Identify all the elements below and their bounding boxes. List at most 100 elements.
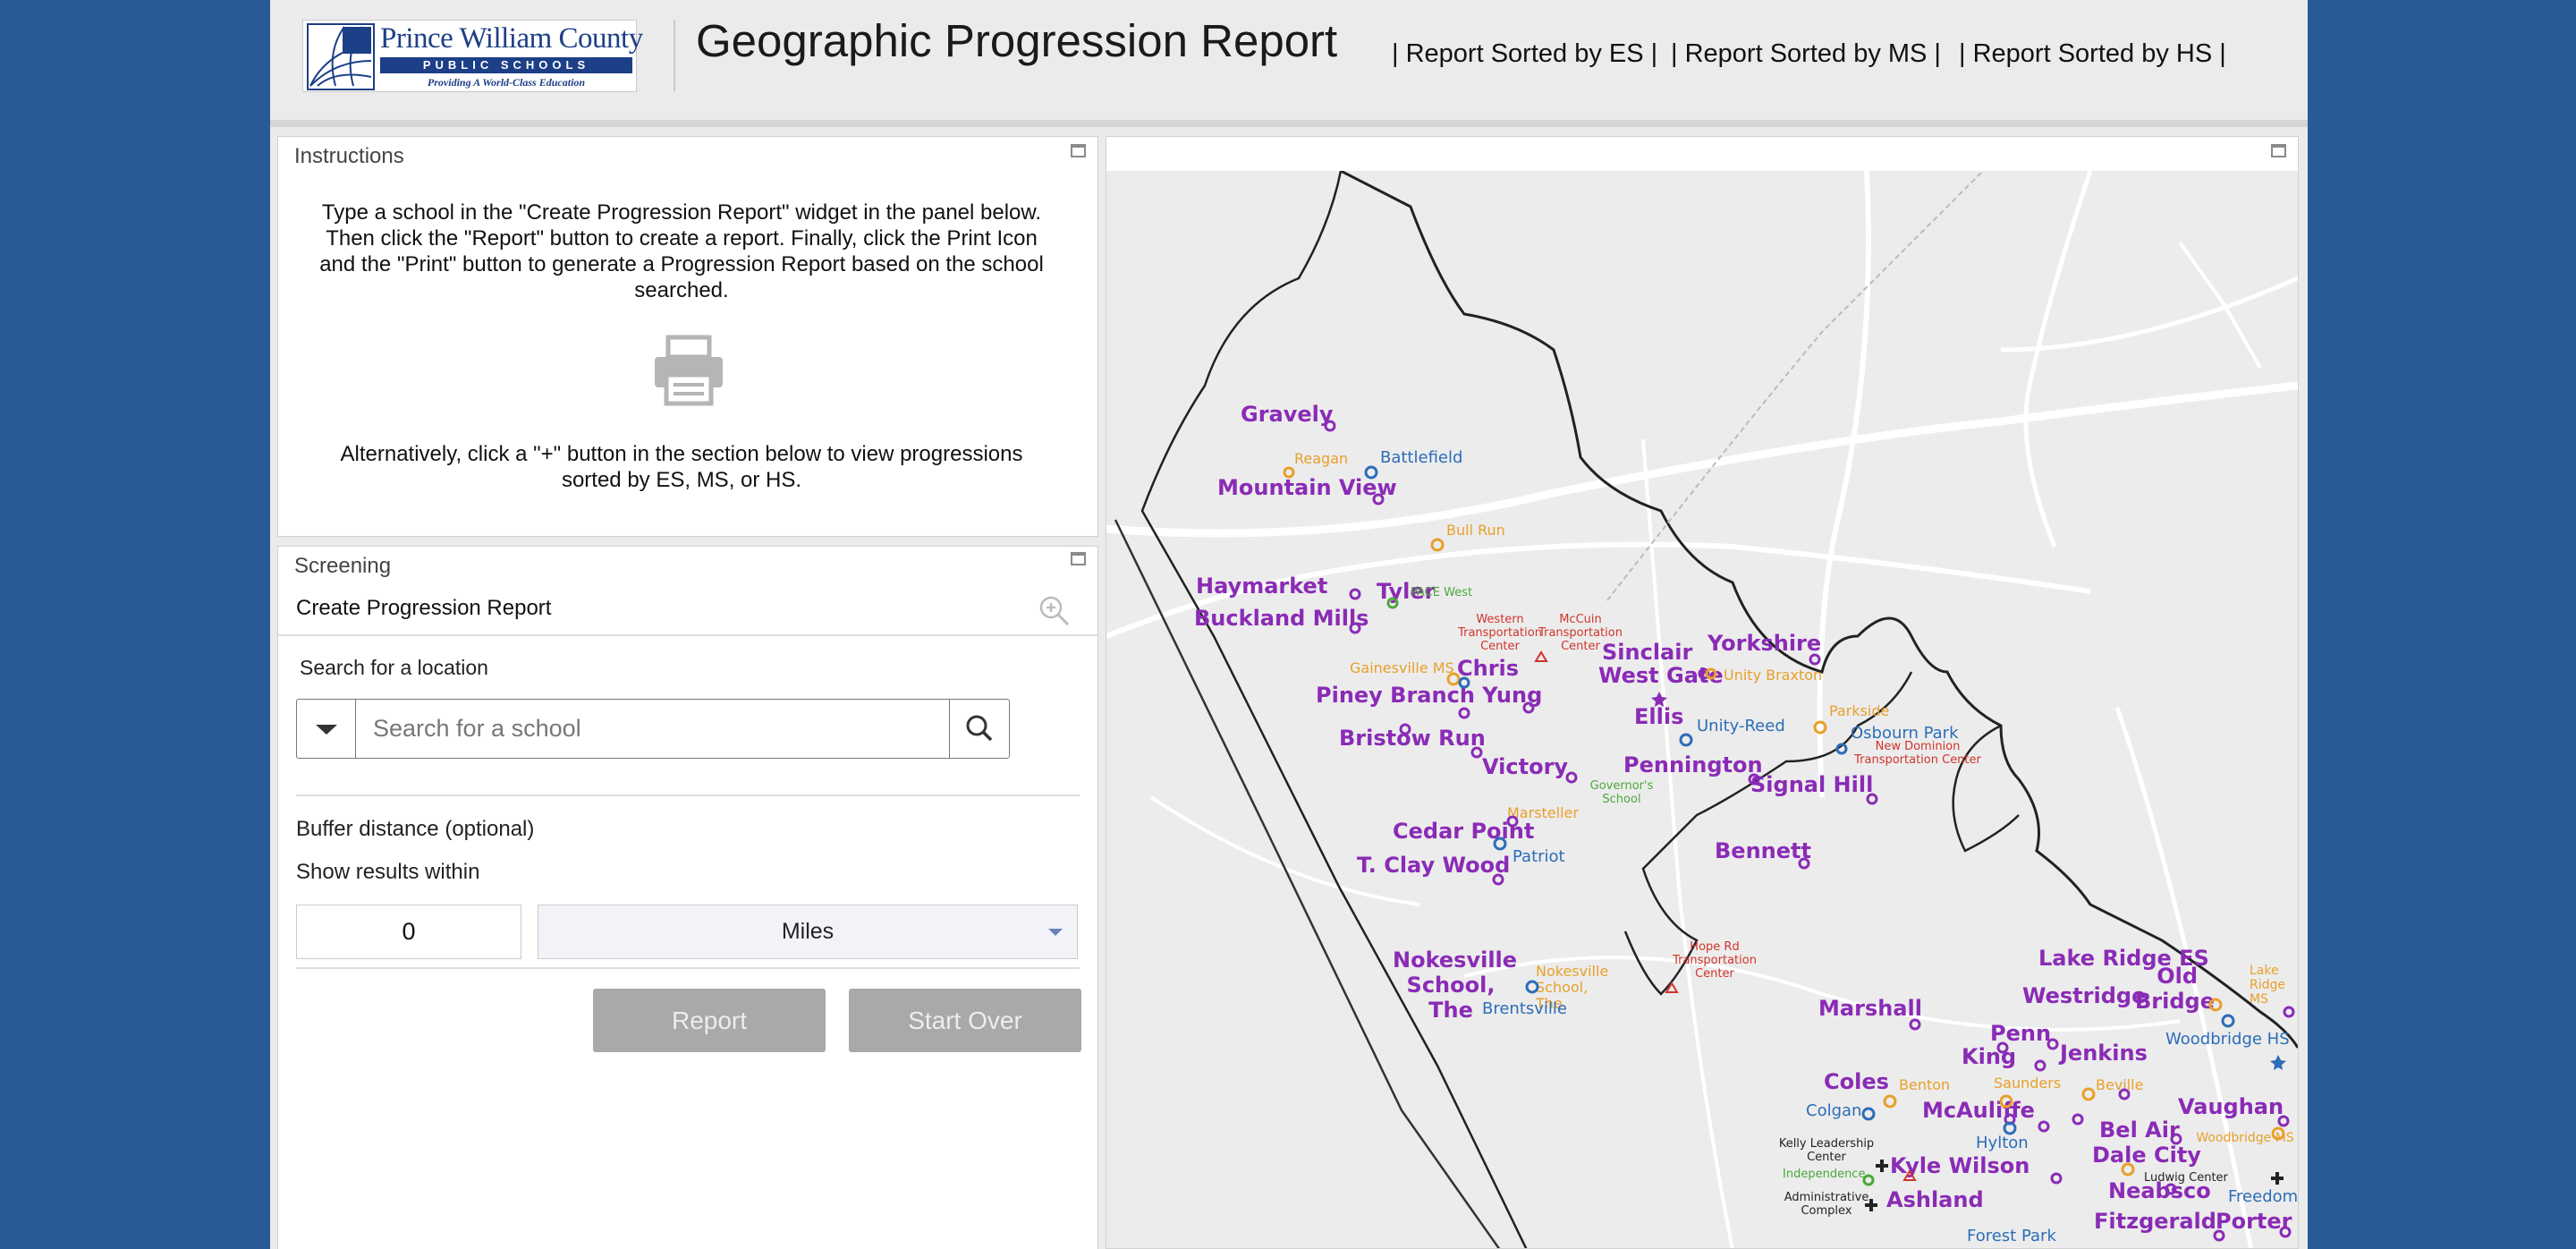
maximize-icon[interactable] (1071, 552, 1086, 565)
report-sorted-hs-link[interactable]: | Report Sorted by HS | (1959, 39, 2226, 69)
maximize-icon[interactable] (1071, 144, 1086, 157)
zoom-in-icon[interactable] (1038, 595, 1071, 627)
map-label-ms: Beville (2096, 1076, 2144, 1093)
map-label-es: Yorkshire (1707, 631, 1822, 656)
map-label-ms: Reagan (1294, 450, 1349, 467)
search-label: Search for a location (300, 656, 488, 679)
map[interactable]: Gravely Mountain View Haymarket Tyler Bu… (1106, 171, 2299, 1248)
map-label-center: McCuin Transportation Center (1538, 613, 1623, 653)
map-label-es: Bristow Run (1339, 726, 1486, 751)
map-label-es: Ellis (1634, 704, 1684, 729)
map-label-hs: Hylton (1976, 1134, 2029, 1152)
start-over-button[interactable]: Start Over (849, 989, 1081, 1052)
map-label-hs: Battlefield (1380, 448, 1463, 467)
map-label-es: Kyle Wilson (1890, 1153, 2030, 1178)
map-label-es: King (1962, 1044, 2017, 1069)
distance-unit-select[interactable]: Miles (538, 905, 1078, 959)
map-label-es: Buckland Mills (1194, 606, 1369, 631)
map-label-es: Vaughan (2178, 1094, 2284, 1119)
map-label-hs: Woodbridge HS (2165, 1030, 2290, 1049)
search-input[interactable] (357, 700, 949, 758)
screening-title: Screening (294, 554, 392, 578)
logo-globe-icon (307, 23, 375, 90)
divider (278, 634, 1097, 636)
map-label-ms: Gainesville MS (1350, 659, 1454, 676)
map-label-es: Porter (2216, 1209, 2292, 1234)
map-label-es: Piney Branch Yung (1316, 683, 1543, 708)
map-label-es: Marshall (1818, 996, 1922, 1021)
search-icon (966, 715, 993, 742)
instructions-text: Type a school in the "Create Progression… (319, 200, 1044, 302)
map-panel: Gravely Mountain View Haymarket Tyler Bu… (1106, 136, 2299, 1249)
logo-tagline: Providing A World-Class Education (427, 76, 586, 89)
show-results-label: Show results within (296, 860, 480, 884)
search-box (296, 699, 1010, 759)
map-label-es: Old Bridge (2135, 964, 2215, 1014)
buffer-distance-input[interactable]: 0 (296, 905, 521, 959)
map-label-hs: Patriot (1513, 847, 1565, 866)
instructions-title: Instructions (294, 144, 404, 168)
map-label-ms: Saunders (1994, 1075, 2062, 1092)
map-label-admin: Administrative Complex (1784, 1191, 1869, 1218)
divider (296, 794, 1080, 796)
map-label-es: Chris (1457, 656, 1520, 681)
buffer-distance-label: Buffer distance (optional) (296, 817, 535, 841)
report-sorted-es-link[interactable]: | Report Sorted by ES | (1392, 39, 1657, 69)
map-label-program: Governor's School (1589, 779, 1654, 806)
maximize-icon[interactable] (2271, 144, 2286, 157)
map-label-es: Haymarket (1196, 574, 1328, 599)
page-title: Geographic Progression Report (696, 15, 1338, 66)
report-button[interactable]: Report (593, 989, 826, 1052)
map-label-es: Signal Hill (1750, 772, 1874, 797)
map-label-admin: Ludwig Center (2144, 1171, 2228, 1185)
map-label-ms: Benton (1899, 1076, 1951, 1093)
map-label-ms: Lake Ridge MS (2250, 964, 2286, 1007)
map-label-es: Pennington (1623, 752, 1763, 777)
map-label-hs: Unity-Reed (1697, 717, 1785, 735)
printer-icon[interactable] (652, 334, 725, 407)
header-divider (674, 20, 675, 91)
map-label-ms: Marsteller (1507, 804, 1579, 821)
search-button[interactable] (949, 700, 1009, 758)
map-label-es: Victory (1482, 754, 1569, 779)
map-label-program: PACE West (1411, 586, 1473, 599)
create-report-label: Create Progression Report (296, 596, 552, 620)
logo-band: PUBLIC SCHOOLS (380, 57, 632, 73)
map-label-center: Hope Rd Transportation Center (1673, 940, 1757, 981)
map-label-es: Ashland (1886, 1187, 1984, 1212)
divider (296, 967, 1080, 969)
map-label-ms: Woodbridge MS (2196, 1131, 2294, 1145)
map-label-es: Gravely (1241, 402, 1334, 427)
instructions-alt-text: Alternatively, click a "+" button in the… (340, 442, 1023, 492)
report-sorted-ms-link[interactable]: | Report Sorted by MS | (1671, 39, 1941, 69)
map-label-es: Bel Air (2099, 1117, 2180, 1143)
instructions-panel: Instructions Type a school in the "Creat… (277, 136, 1098, 537)
map-label-center: Western Transportation Center (1458, 613, 1542, 653)
map-label-program: Independence (1783, 1168, 1866, 1181)
screening-panel: Screening Create Progression Report Sear… (277, 546, 1098, 1249)
map-label-es: Westridge (2022, 983, 2147, 1008)
map-label-es: Cedar Point (1393, 819, 1535, 844)
map-label-hs: Freedom (2228, 1187, 2299, 1206)
map-label-es: McAuliffe (1922, 1098, 2035, 1123)
map-label-hs: Brentsville (1482, 999, 1568, 1018)
map-label-hs: Colgan (1806, 1101, 1862, 1120)
pwcs-logo: Prince William County PUBLIC SCHOOLS Pro… (302, 20, 643, 92)
search-source-dropdown[interactable] (297, 700, 356, 758)
map-label-ms: Parkside (1829, 702, 1890, 719)
app-frame: Prince William County PUBLIC SCHOOLS Pro… (270, 0, 2308, 1249)
map-label-ms: Unity Braxton (1724, 667, 1823, 684)
header: Prince William County PUBLIC SCHOOLS Pro… (270, 0, 2308, 127)
map-label-es: Penn (1990, 1021, 2052, 1046)
map-label-es: Coles (1824, 1069, 1889, 1094)
map-label-es: Jenkins (2060, 1041, 2148, 1066)
map-label-center: New Dominion Transportation Center (1854, 740, 1981, 767)
map-label-es: West Gate (1598, 663, 1724, 688)
map-label-es: Bennett (1715, 838, 1811, 863)
map-label-admin: Kelly Leadership Center (1778, 1137, 1875, 1164)
map-label-es: Mountain View (1217, 475, 1397, 500)
map-label-hs: Forest Park (1967, 1227, 2056, 1245)
map-label-es: Dale City (2092, 1143, 2201, 1168)
map-label-es: T. Clay Wood (1357, 853, 1511, 878)
map-label-es: Fitzgerald (2094, 1209, 2216, 1234)
